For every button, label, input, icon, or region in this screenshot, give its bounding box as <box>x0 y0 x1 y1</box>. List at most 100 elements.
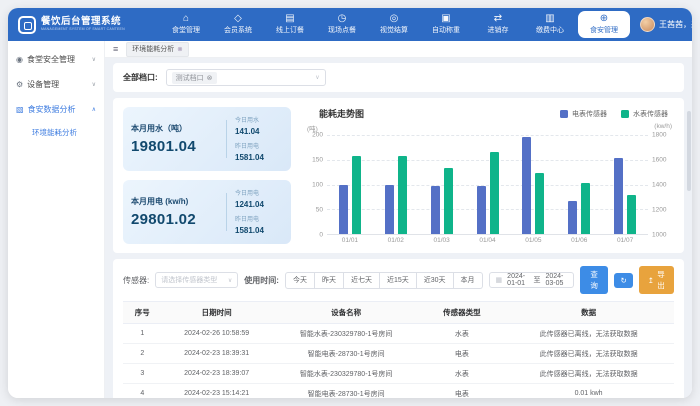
query-row: 传感器: 请选择传感器类型 ∨ 使用时间: 今天昨天近七天近15天近30天本月 … <box>123 266 674 294</box>
table-row[interactable]: 12024-02-26 10:58:59智能水表-230329780-1号房间水… <box>123 324 674 344</box>
sidebar-item-2[interactable]: ▧食安数据分析∧ <box>8 97 104 122</box>
quick-range-5[interactable]: 本月 <box>454 272 483 289</box>
water-stat-value: 19801.04 <box>131 138 218 155</box>
bar-电表传感器-01/07[interactable] <box>614 158 623 234</box>
column-header: 设备名称 <box>272 302 421 324</box>
page-tabbar: ≡ 环境能耗分析 ⊗ <box>105 41 692 58</box>
legend-item-0[interactable]: 电表传感器 <box>560 109 607 119</box>
today-electric-label: 今日用电 <box>235 188 283 197</box>
table-cell: 智能水表-230329780-1号房间 <box>272 324 421 344</box>
refresh-button[interactable]: ↻ <box>614 273 632 288</box>
tab-env-energy-analysis[interactable]: 环境能耗分析 ⊗ <box>126 42 188 57</box>
chevron-down-icon: ∨ <box>228 277 232 284</box>
bar-水表传感器-01/06[interactable] <box>581 183 590 234</box>
stall-select[interactable]: 测试档口 ⊗ ∨ <box>166 69 326 86</box>
chevron-down-icon: ∨ <box>315 74 319 81</box>
left-tick-label: 0 <box>319 232 323 239</box>
table-row[interactable]: 32024-02-23 18:39:07智能水表-230329780-1号房间水… <box>123 364 674 384</box>
bar-水表传感器-01/01[interactable] <box>352 156 361 234</box>
date-range-picker[interactable]: ▦ 2024-01-01 至 2024-03-05 <box>489 272 574 288</box>
nav-item-5[interactable]: ▣自动称重 <box>420 8 472 41</box>
table-cell: 电表 <box>421 344 504 364</box>
nav-item-label: 会员系统 <box>224 25 252 35</box>
today-water-label: 今日用水 <box>235 115 283 124</box>
bar-水表传感器-01/04[interactable] <box>490 152 499 234</box>
bar-水表传感器-01/03[interactable] <box>444 168 453 234</box>
chevron-up-icon: ∧ <box>92 106 96 113</box>
nav-item-3[interactable]: ◷现场点餐 <box>316 8 368 41</box>
stats-column: 本月用水（吨） 19801.04 今日用水 141.04 昨日用电 1581.0… <box>123 107 291 244</box>
bar-水表传感器-01/02[interactable] <box>398 156 407 234</box>
tab-close-icon[interactable]: ⊗ <box>177 45 182 53</box>
nav-item-food-safety[interactable]: ⊕食安管理 <box>578 11 630 38</box>
quick-range-3[interactable]: 近15天 <box>380 272 417 289</box>
bar-水表传感器-01/07[interactable] <box>627 195 636 234</box>
export-button[interactable]: ↥ 导出 <box>639 266 674 294</box>
nav-item-1[interactable]: ◇会员系统 <box>212 8 264 41</box>
left-tick-label: 50 <box>316 207 323 214</box>
refresh-icon: ↻ <box>620 276 626 285</box>
sidebar-subitem-env-energy[interactable]: 环境能耗分析 <box>8 122 104 143</box>
bar-group-01/03 <box>419 135 465 234</box>
date-separator: 至 <box>533 275 540 285</box>
x-tick-label: 01/04 <box>465 235 511 244</box>
stall-tag-close-icon[interactable]: ⊗ <box>207 74 213 82</box>
legend-item-1[interactable]: 水表传感器 <box>621 109 668 119</box>
canteen-safety-icon: ◉ <box>16 55 23 64</box>
top-nav: ⌂食堂管理◇会员系统▤线上订餐◷现场点餐◎视觉结算▣自动称重⇄进销存▥缴费中心⊕… <box>160 8 632 41</box>
table-cell: 此传感器已离线，无法获取数据 <box>503 344 674 364</box>
bar-水表传感器-01/05[interactable] <box>535 173 544 234</box>
nav-item-6[interactable]: ⇄进销存 <box>472 8 524 41</box>
payment-center-icon: ▥ <box>545 14 554 24</box>
table-cell: 0.01 kwh <box>503 384 674 399</box>
nav-item-2[interactable]: ▤线上订餐 <box>264 8 316 41</box>
table-row[interactable]: 22024-02-23 18:39:31智能电表-28730-1号房间电表此传感… <box>123 344 674 364</box>
bar-电表传感器-01/04[interactable] <box>477 186 486 234</box>
bar-group-01/02 <box>373 135 419 234</box>
bar-电表传感器-01/01[interactable] <box>339 185 348 235</box>
chart-title: 能耗走势图 <box>319 107 364 120</box>
quick-range-1[interactable]: 昨天 <box>315 272 344 289</box>
water-stat-title: 本月用水（吨） <box>131 123 218 134</box>
left-tick-label: 150 <box>312 157 323 164</box>
legend-swatch-icon <box>621 110 629 118</box>
stall-tag-label: 测试档口 <box>176 73 204 83</box>
top-header: 餐饮后台管理系统 MANAGEMENT SYSTEM OF SMART CANT… <box>8 8 692 41</box>
nav-item-7[interactable]: ▥缴费中心 <box>524 8 576 41</box>
bar-电表传感器-01/05[interactable] <box>522 137 531 234</box>
sidebar: ◉食堂安全管理∨⚙设备管理∨▧食安数据分析∧环境能耗分析 <box>8 41 105 398</box>
table-row[interactable]: 42024-02-23 15:14:21智能电表-28730-1号房间电表0.0… <box>123 384 674 399</box>
bar-电表传感器-01/03[interactable] <box>431 186 440 234</box>
sidebar-item-1[interactable]: ⚙设备管理∨ <box>8 72 104 97</box>
date-end-value[interactable]: 2024-03-05 <box>545 273 566 287</box>
bar-电表传感器-01/06[interactable] <box>568 201 577 234</box>
nav-item-label: 视觉结算 <box>380 25 408 35</box>
yesterday-value: 1581.04 <box>235 153 283 162</box>
date-start-value[interactable]: 2024-01-01 <box>507 273 528 287</box>
quick-range-2[interactable]: 近七天 <box>344 272 380 289</box>
food-safety-icon: ⊕ <box>600 14 608 24</box>
nav-item-0[interactable]: ⌂食堂管理 <box>160 8 212 41</box>
bar-group-01/06 <box>556 135 602 234</box>
vertical-scrollbar[interactable] <box>687 111 691 191</box>
column-header: 序号 <box>123 302 162 324</box>
table-cell: 2024-02-26 10:58:59 <box>162 324 272 344</box>
collapse-menu-icon[interactable]: ≡ <box>113 44 118 54</box>
x-tick-label: 01/01 <box>327 235 373 244</box>
device-mgmt-icon: ⚙ <box>16 80 23 89</box>
quick-range-4[interactable]: 近30天 <box>417 272 454 289</box>
time-filter-label: 使用时间: <box>244 275 279 286</box>
electric-stat-value: 29801.02 <box>131 211 218 228</box>
bar-电表传感器-01/02[interactable] <box>385 185 394 235</box>
sidebar-item-label: 食安数据分析 <box>28 104 76 115</box>
sensor-type-select[interactable]: 请选择传感器类型 ∨ <box>155 272 238 288</box>
quick-range-0[interactable]: 今天 <box>285 272 315 289</box>
sidebar-item-0[interactable]: ◉食堂安全管理∨ <box>8 47 104 72</box>
today-electric-value: 1241.04 <box>235 200 283 209</box>
x-tick-label: 01/02 <box>373 235 419 244</box>
user-chip[interactable]: 王茜茜，采购经理 ⋮ <box>634 17 692 32</box>
yesterday-electric-label: 昨日用电 <box>235 214 283 223</box>
search-button[interactable]: 查询 <box>580 266 609 294</box>
sidebar-item-label: 食堂安全管理 <box>27 54 75 65</box>
nav-item-4[interactable]: ◎视觉结算 <box>368 8 420 41</box>
